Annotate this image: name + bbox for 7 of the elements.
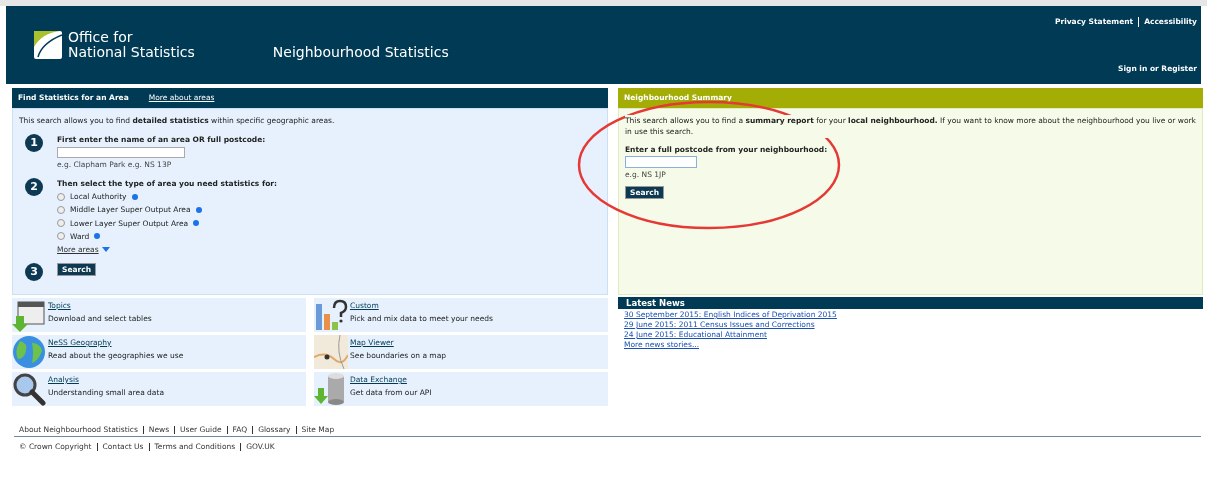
- step-number: 1: [25, 134, 43, 153]
- step-number: 2: [25, 177, 43, 196]
- logo-text: Office for: [68, 30, 134, 45]
- news-title: Latest News: [626, 296, 685, 310]
- site-title: Neighbourhood Statistics: [272, 42, 449, 62]
- step-number: 3: [25, 263, 43, 282]
- logo-text: National Statistics: [68, 45, 195, 60]
